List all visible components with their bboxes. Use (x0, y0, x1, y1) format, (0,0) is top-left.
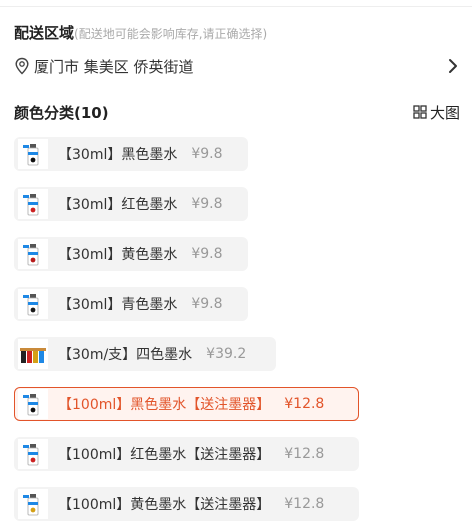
ink-bottle-icon (18, 439, 48, 469)
address-selector[interactable]: 厦门市 集美区 侨英街道 (14, 54, 460, 78)
delivery-title: 配送区域 (14, 24, 75, 42)
ink-bottle-icon (18, 239, 48, 269)
big-view-label: 大图 (429, 103, 460, 122)
color-option[interactable]: 【100ml】红色墨水【送注墨器】 ¥12.8 (14, 437, 359, 471)
grid-icon (413, 105, 427, 119)
color-option-name: 【30m/支】四色墨水 (58, 347, 193, 363)
color-option-name: 【30ml】黄色墨水 (58, 247, 178, 263)
chevron-right-icon[interactable] (446, 57, 460, 75)
big-view-button[interactable]: 大图 (413, 102, 460, 123)
color-option-name: 【100ml】黑色墨水【送注墨器】 (58, 397, 271, 413)
color-option-name: 【30ml】红色墨水 (58, 197, 178, 213)
ink-bottle-icon (18, 339, 48, 369)
color-option-name: 【100ml】黄色墨水【送注墨器】 (58, 497, 271, 513)
location-pin-icon (15, 57, 29, 75)
color-option-price: ¥12.8 (284, 446, 325, 462)
ink-bottle-icon (18, 189, 48, 219)
color-option-price: ¥12.8 (284, 496, 325, 512)
color-option-price: ¥12.8 (284, 396, 325, 412)
delivery-section: 配送区域(配送地可能会影响库存,请正确选择) (14, 22, 464, 43)
color-option-price: ¥9.8 (191, 296, 223, 312)
color-option[interactable]: 【30m/支】四色墨水 ¥39.2 (14, 337, 276, 371)
ink-bottle-icon (18, 289, 48, 319)
color-option-price: ¥39.2 (206, 346, 247, 362)
ink-bottle-icon (18, 389, 48, 419)
color-option-name: 【30ml】青色墨水 (58, 297, 178, 313)
color-category-label: 颜色分类(10) (14, 103, 109, 122)
top-divider (0, 0, 472, 7)
delivery-hint: (配送地可能会影响库存,请正确选择) (74, 27, 268, 41)
color-option-price: ¥9.8 (191, 246, 223, 262)
address-text: 厦门市 集美区 侨英街道 (34, 57, 194, 76)
color-option[interactable]: 【30ml】黑色墨水 ¥9.8 (14, 137, 248, 171)
color-option[interactable]: 【30ml】黄色墨水 ¥9.8 (14, 237, 248, 271)
color-option-name: 【30ml】黑色墨水 (58, 147, 178, 163)
color-option-price: ¥9.8 (191, 196, 223, 212)
color-option[interactable]: 【30ml】青色墨水 ¥9.8 (14, 287, 248, 321)
color-option[interactable]: 【100ml】黄色墨水【送注墨器】 ¥12.8 (14, 487, 359, 521)
ink-bottle-icon (18, 489, 48, 519)
color-option[interactable]: 【30ml】红色墨水 ¥9.8 (14, 187, 248, 221)
color-category-header: 颜色分类(10) 大图 (14, 100, 460, 124)
color-option-price: ¥9.8 (191, 146, 223, 162)
color-option-name: 【100ml】红色墨水【送注墨器】 (58, 447, 271, 463)
ink-bottle-icon (18, 139, 48, 169)
color-option[interactable]: 【100ml】黑色墨水【送注墨器】 ¥12.8 (14, 387, 359, 421)
